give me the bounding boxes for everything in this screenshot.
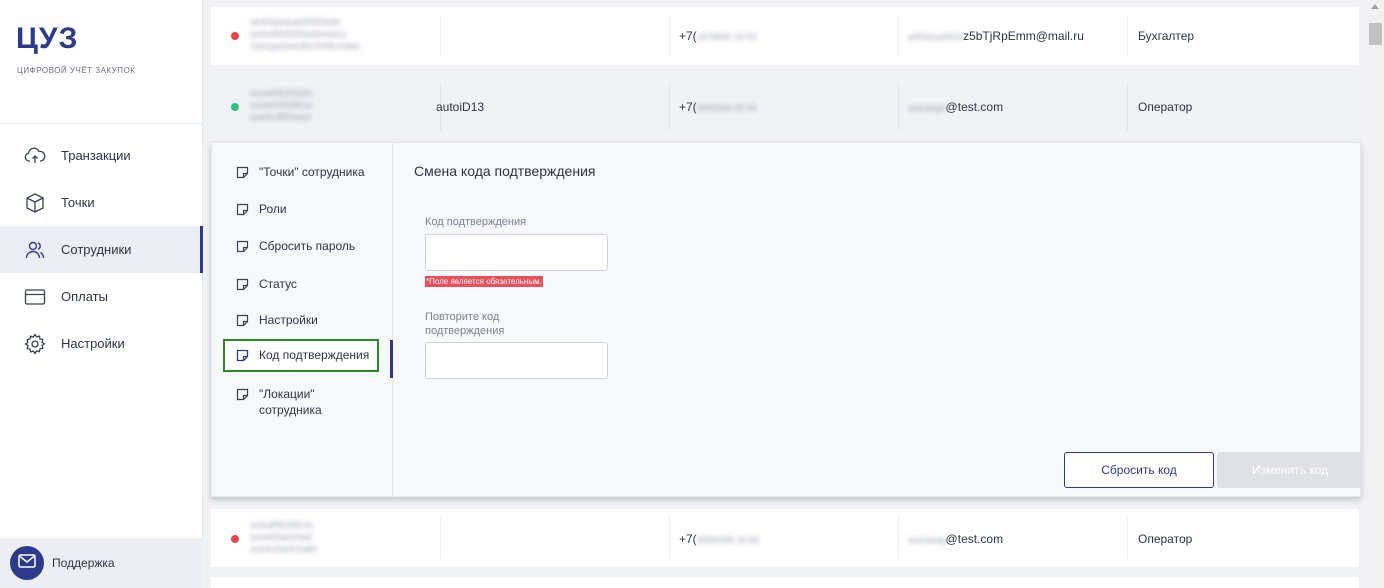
form-title: Смена кода подтверждения [414,163,596,179]
required-field-error: *Поле является обязательным. [425,276,543,287]
employee-email: autoaaga@test.com [908,100,1004,114]
employee-phone: +7(999929f8 16 82 [679,532,760,546]
employee-email: autoaaag@test.com [908,532,1004,546]
sidebar: ЦУЗ ЦИФРОВОЙ УЧЁТ ЗАКУПОК Транзакции Точ… [0,0,203,588]
users-icon [24,239,46,261]
note-icon [236,314,249,327]
sidebar-nav: Транзакции Точки Сотрудники Оплаты Настр… [0,132,203,367]
sidebar-item-settings[interactable]: Настройки [0,320,203,367]
menu-item-label: Роли [259,202,287,216]
employee-name: autoaf3b2f1b5a autokmf2b8b1a autokcf8f3a… [250,88,313,122]
employee-role: Оператор [1138,532,1193,546]
sidebar-item-transactions[interactable]: Транзакции [0,132,203,179]
menu-item-label: "Локации" сотрудника [259,387,322,417]
sidebar-item-payments[interactable]: Оплаты [0,273,203,320]
table-row[interactable] [211,577,1359,588]
menu-item-employee-locations[interactable]: "Локации" сотрудника [236,386,322,418]
confirmation-code-input[interactable] [425,234,608,271]
employee-phone: +7(999456b 55 56 [679,100,757,114]
menu-item-label: Настройки [259,313,318,327]
employee-details-panel: "Точки" сотрудника Роли Сбросить пароль … [211,142,1363,498]
app-subtitle: ЦИФРОВОЙ УЧЁТ ЗАКУПОК [17,66,136,75]
sidebar-item-label: Оплаты [61,289,108,304]
sidebar-item-points[interactable]: Точки [0,179,203,226]
support-label: Поддержка [52,556,115,570]
column-divider [898,83,899,131]
note-icon [236,240,249,253]
page-scrollbar[interactable] [1367,0,1384,588]
employee-role: Бухгалтер [1138,29,1195,43]
table-row[interactable]: autoaf5b2f9b1a autokf2ab1f4a3 autokc5a2b… [211,509,1359,567]
note-icon [236,203,249,216]
menu-item-label: Код подтверждения [259,348,370,362]
status-dot [231,103,239,111]
column-divider [669,83,670,131]
column-divider [1127,83,1128,131]
employee-role: Оператор [1138,100,1193,114]
note-icon [236,278,249,291]
employee-name: ab4f3a2a1ab5f3f2fa9b kada4f5d52b6a2b4a3c… [250,17,360,51]
gear-icon [24,332,46,355]
table-row[interactable]: autoaf3b2f1b5a autokmf2b8b1a autokcf8f3a… [211,73,1359,141]
box-icon [24,192,46,214]
column-divider [669,15,670,57]
scroll-up-arrow-icon[interactable] [1371,4,1379,9]
column-divider [1127,517,1128,559]
app-logo[interactable]: ЦУЗ [16,22,78,56]
menu-item-status[interactable]: Статус [236,276,297,292]
menu-item-reset-password[interactable]: Сбросить пароль [236,238,355,254]
employee-email: a4f3a1a2f92bz5bTjRpEmm@mail.ru [908,29,1084,43]
mail-icon [18,553,36,573]
repeat-code-label: Повторите код подтверждения [425,311,505,337]
menu-item-employee-points[interactable]: "Точки" сотрудника [236,164,365,180]
menu-item-roles[interactable]: Роли [236,201,287,217]
repeat-code-input[interactable] [425,342,608,379]
sidebar-item-employees[interactable]: Сотрудники [0,226,203,273]
confirmation-code-label: Код подтверждения [425,216,527,228]
employee-login: autoiD13 [436,100,485,114]
column-divider [1127,15,1128,57]
menu-item-confirmation-code[interactable]: Код подтверждения [223,339,380,372]
sidebar-divider [0,123,203,124]
menu-item-label: Сбросить пароль [259,239,356,253]
column-divider [440,15,441,57]
menu-item-settings[interactable]: Настройки [236,312,318,328]
support-section[interactable]: Поддержка [0,538,203,588]
reset-code-button[interactable]: Сбросить код [1064,452,1214,488]
employee-name: autoaf5b2f9b1a autokf2ab1f4a3 autokc5a2b… [250,520,317,554]
employee-phone: +7(1978830 10 53 [679,29,757,43]
column-divider [669,517,670,559]
column-divider [440,517,441,559]
menu-item-label: Статус [259,277,297,291]
menu-active-indicator [390,340,393,378]
sidebar-item-label: Сотрудники [61,242,132,257]
status-dot [231,535,239,543]
note-icon [236,349,249,362]
support-button[interactable] [10,546,44,580]
column-divider [898,15,899,57]
cloud-upload-icon [24,145,46,167]
change-code-button[interactable]: Изменить код [1217,452,1363,488]
column-divider [898,517,899,559]
note-icon [236,388,249,401]
details-menu: "Точки" сотрудника Роли Сбросить пароль … [212,143,393,498]
menu-item-label: "Точки" сотрудника [259,165,365,179]
sidebar-item-label: Настройки [61,336,125,351]
table-row[interactable]: ab4f3a2a1ab5f3f2fa9b kada4f5d52b6a2b4a3c… [211,7,1359,65]
sidebar-item-label: Транзакции [61,148,131,163]
scrollbar-thumb[interactable] [1369,23,1382,45]
sidebar-item-label: Точки [61,195,95,210]
credit-card-icon [24,286,46,308]
note-icon [236,166,249,179]
status-dot [231,32,239,40]
